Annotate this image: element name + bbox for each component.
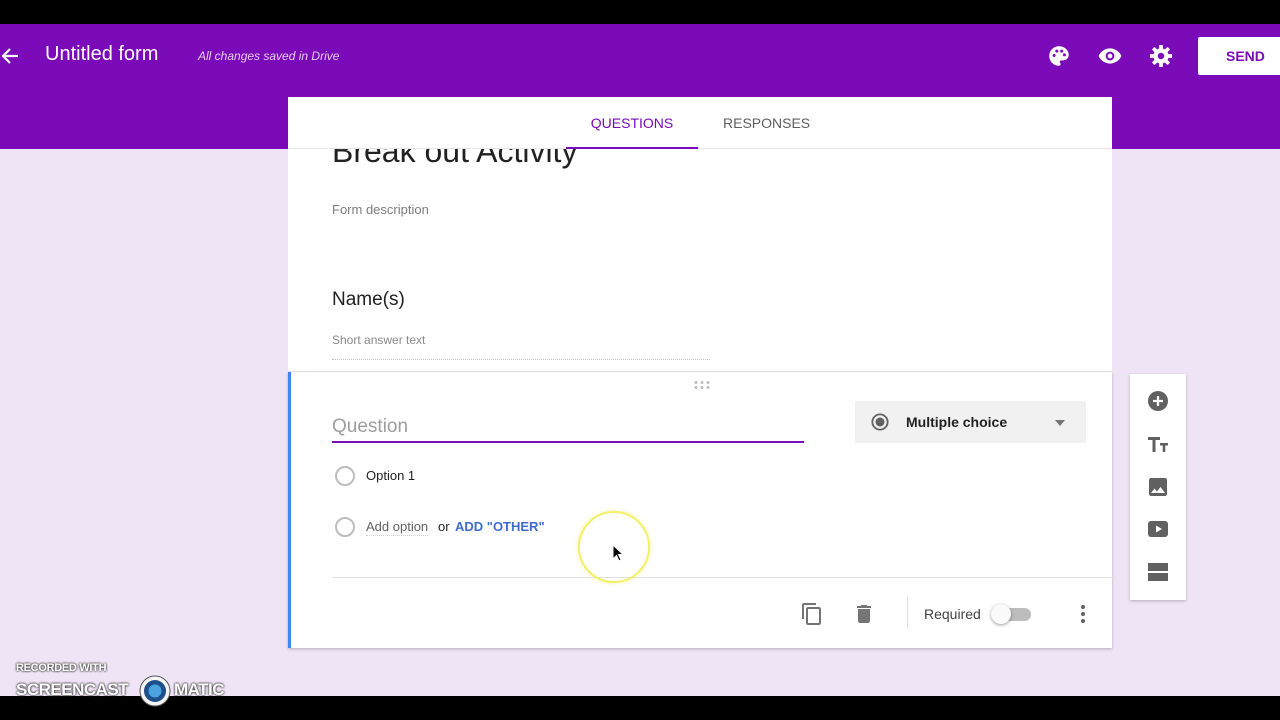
- form-title[interactable]: Untitled form: [45, 43, 158, 66]
- watermark-screencast: SCREENCAST: [16, 680, 129, 699]
- required-toggle[interactable]: [991, 603, 1037, 625]
- or-text: or: [438, 519, 450, 534]
- tab-questions[interactable]: QUESTIONS: [566, 97, 698, 149]
- option-1-label[interactable]: Option 1: [366, 468, 415, 483]
- option-radio: [335, 466, 355, 486]
- add-question-icon[interactable]: [1146, 389, 1170, 413]
- side-toolbar: [1130, 374, 1186, 600]
- form-heading[interactable]: Break out Activity: [332, 149, 577, 170]
- add-other-link[interactable]: ADD "OTHER": [455, 519, 545, 534]
- eye-icon[interactable]: [1097, 43, 1123, 69]
- watermark-recorded-with: RECORDED WITH: [16, 662, 107, 674]
- gear-icon[interactable]: [1148, 43, 1174, 69]
- question-type-label: Multiple choice: [906, 414, 1008, 430]
- duplicate-icon[interactable]: [800, 602, 824, 626]
- palette-icon[interactable]: [1046, 43, 1072, 69]
- more-vertical-icon[interactable]: [1075, 602, 1091, 626]
- add-option-field[interactable]: Add option: [366, 519, 429, 536]
- watermark-matic: MATIC: [174, 680, 225, 699]
- tab-bar: QUESTIONS RESPONSES: [288, 97, 1112, 149]
- send-button[interactable]: SEND: [1198, 37, 1280, 75]
- divider: [332, 577, 1115, 578]
- question-title[interactable]: Name(s): [332, 289, 405, 311]
- tab-responses[interactable]: RESPONSES: [723, 97, 810, 149]
- drag-handle-icon[interactable]: [692, 380, 712, 390]
- toggle-thumb: [991, 604, 1011, 624]
- radio-button-checked-icon: [871, 413, 889, 431]
- active-question-card[interactable]: Multiple choice Option 1 Add option or A…: [288, 372, 1115, 648]
- footer-divider: [907, 597, 908, 629]
- save-status: All changes saved in Drive: [198, 49, 340, 63]
- question-type-select[interactable]: Multiple choice: [855, 401, 1086, 443]
- short-answer-placeholder: Short answer text: [332, 333, 710, 360]
- form-description-field[interactable]: Form description: [332, 202, 429, 217]
- add-title-icon[interactable]: [1146, 432, 1170, 456]
- trash-icon[interactable]: [852, 602, 876, 626]
- required-label: Required: [924, 606, 981, 622]
- add-video-icon[interactable]: [1146, 517, 1170, 541]
- question-input[interactable]: [332, 412, 804, 443]
- add-option-radio: [335, 517, 355, 537]
- form-header-card: Break out Activity Form description Name…: [288, 149, 1112, 371]
- add-section-icon[interactable]: [1146, 560, 1170, 584]
- screencast-logo-icon: [139, 675, 171, 707]
- chevron-down-icon: [1055, 420, 1065, 426]
- arrow-left-icon[interactable]: [0, 44, 22, 68]
- add-image-icon[interactable]: [1146, 475, 1170, 499]
